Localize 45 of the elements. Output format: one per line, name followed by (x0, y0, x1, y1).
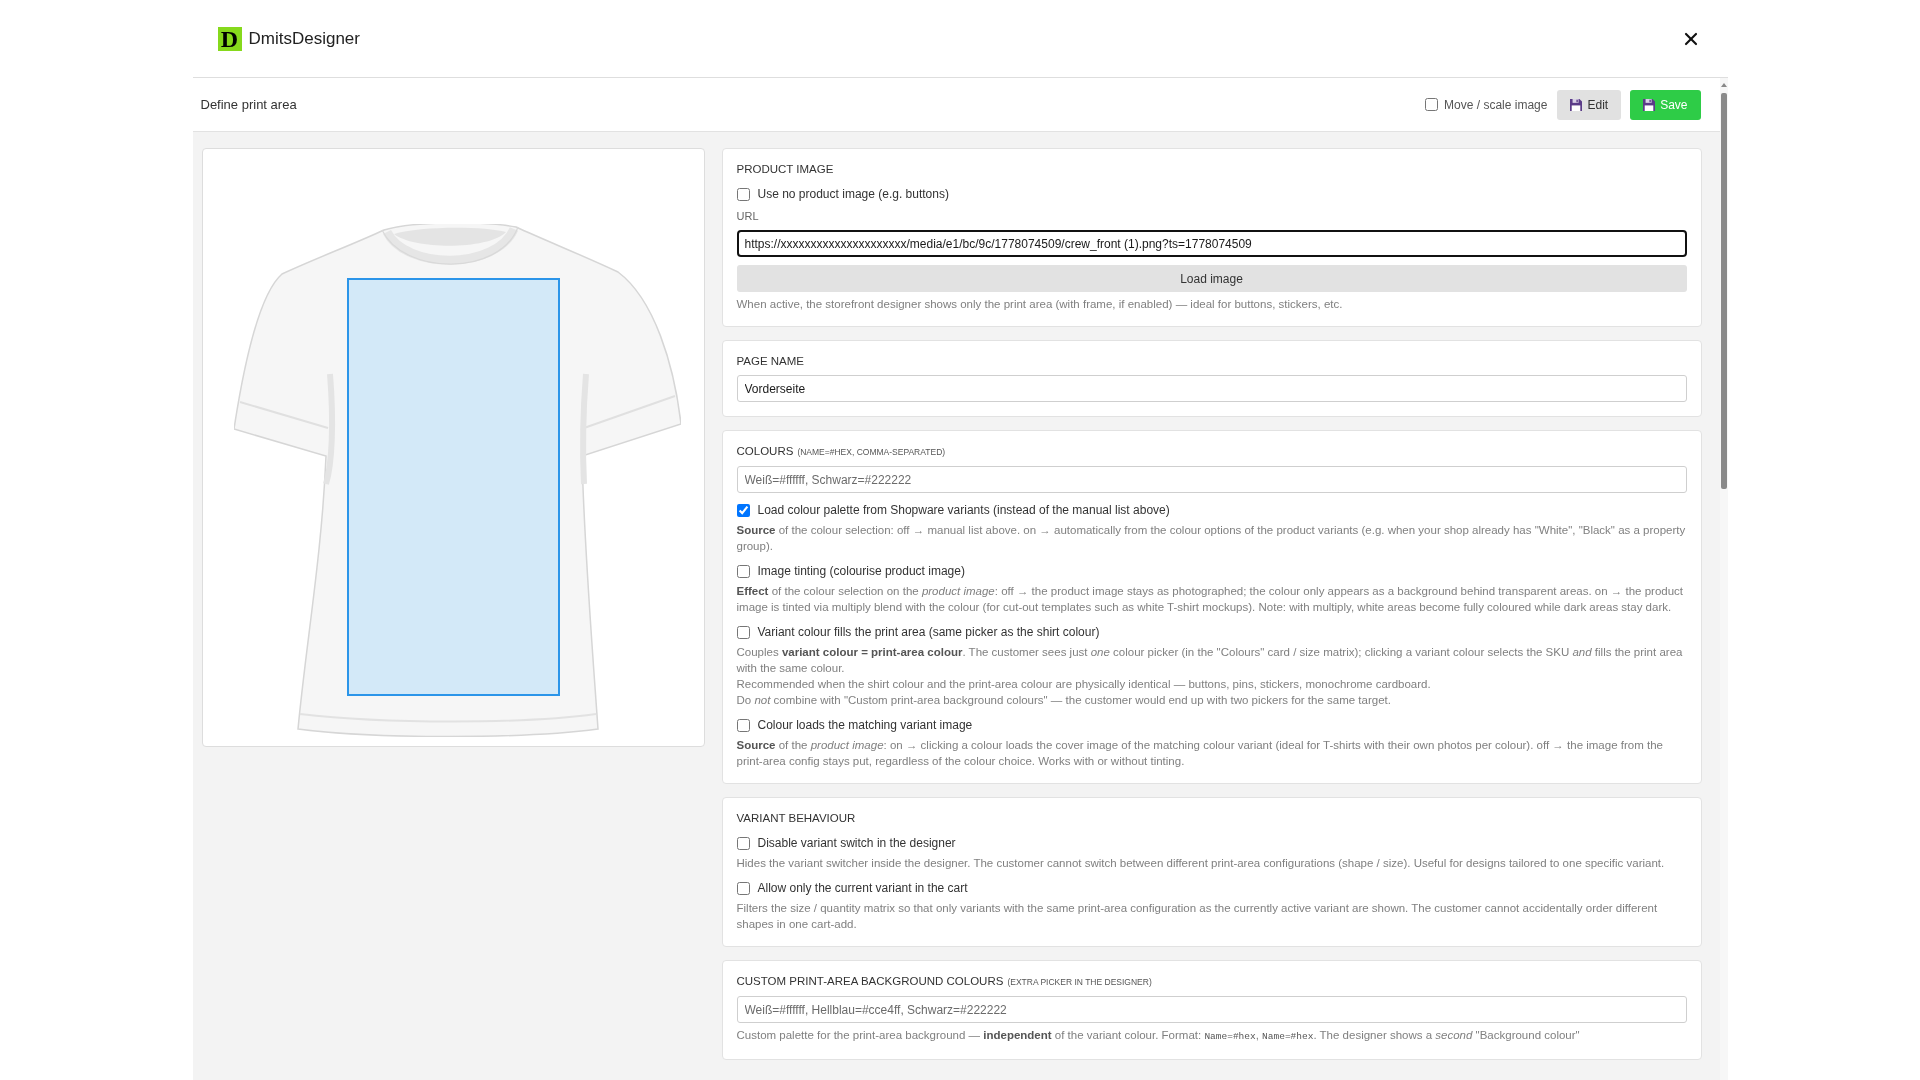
help-text: Filters the size / quantity matrix so that only variants with the same print-area configuration as the currently active variant are shown. The customer cannot accidentally order different shapes in one cart-add. (736, 901, 1659, 932)
section-title: CUSTOM PRINT-AREA BACKGROUND COLOURS (736, 974, 1004, 989)
field-label: URL (736, 209, 759, 224)
help-text: Recommended when the shirt colour and the print-area colour are physically identical — buttons, pins, stickers, monochrome cardboard. (736, 677, 1432, 692)
checkbox-label[interactable]: Disable variant switch in the designer (757, 835, 956, 851)
help-text: Source of the colour selection: off → manual list above. on → automatically from the colour options of the product variants (e.g. when your shop already has "White", "Black" as a property group). (736, 523, 1687, 554)
checkbox[interactable] (736, 503, 750, 517)
input-field[interactable]: Vorderseite (736, 375, 1687, 402)
section-title: VARIANT BEHAVIOUR (736, 811, 856, 826)
help-text: Source of the product image: on → clicking a colour loads the cover image of the matching colour variant (ideal for T-shirts with their own photos per colour). off → the image from the print-area config stays put, regardless of the colour choice. Works with or without tinting. (736, 738, 1664, 769)
scrollbar-thumb[interactable] (1720, 93, 1727, 489)
section-note: (EXTRA PICKER IN THE DESIGNER) (1007, 976, 1152, 989)
section-title: PRODUCT IMAGE (736, 162, 834, 177)
checkbox-label[interactable]: Move / scale image (1444, 95, 1548, 114)
input-field[interactable]: https://xxxxxxxxxxxxxxxxxxxxx/media/e1/bc/9c/1778074509/crew_front (1).png?ts=1778074509 (736, 230, 1687, 257)
help-text: Couples variant colour = print-area colour. The customer sees just one colour picker (in the "Colours" card / size matrix); clicking a variant colour selects the SKU and fills the print area with the same colour. (736, 645, 1684, 676)
input-field[interactable]: Weiß=#ffffff, Hellblau=#cce4ff, Schwarz=#222222 (736, 996, 1687, 1023)
section-title: COLOURS (736, 444, 794, 459)
logo: D (217, 26, 242, 51)
checkbox[interactable] (736, 625, 750, 639)
section-note: (NAME=#HEX, COMMA-SEPARATED) (797, 446, 946, 459)
scroll-up-icon[interactable] (1720, 83, 1727, 87)
checkbox-label[interactable]: Load colour palette from Shopware variants (instead of the manual list above) (757, 502, 1170, 518)
checkbox-label[interactable]: Variant colour fills the print area (same picker as the shirt colour) (757, 624, 1100, 640)
checkbox-label[interactable]: Allow only the current variant in the cart (757, 880, 968, 896)
checkbox[interactable] (736, 836, 750, 850)
checkbox-label[interactable]: Image tinting (colourise product image) (757, 563, 965, 579)
edit-button[interactable]: Edit (1557, 89, 1622, 120)
checkbox[interactable] (736, 564, 750, 578)
help-text: Effect of the colour selection on the product image: off → the product image stays as photographed; the colour only appears as a background behind transparent areas. on → the product image is tinted via multiply blend with the colour (for cut-out templates such as white T-shirt mockups). Note: with multiply, white areas become fully coloured while dark areas stay dark. (736, 584, 1685, 615)
checkbox-label[interactable]: Colour loads the matching variant image (757, 717, 973, 733)
input-field[interactable]: Weiß=#ffffff, Schwarz=#222222 (736, 466, 1687, 493)
checkbox[interactable] (736, 187, 750, 201)
checkbox[interactable] (1425, 98, 1439, 111)
checkbox[interactable] (736, 718, 750, 732)
app-name: DmitsDesigner (248, 27, 360, 50)
checkbox-label[interactable]: Use no product image (e.g. buttons) (757, 186, 949, 202)
print-area-frame[interactable] (346, 278, 560, 696)
checkbox[interactable] (736, 881, 750, 895)
page-heading: Define print area (200, 95, 297, 114)
help-text: Do not combine with "Custom print-area background colours" — the customer would end up with two pickers for the same target. (736, 693, 1392, 708)
help-text: When active, the storefront designer shows only the print area (with frame, if enabled) — ideal for buttons, stickers, etc. (736, 297, 1344, 312)
load-image-button[interactable]: Load image (736, 265, 1687, 292)
section-title: PAGE NAME (736, 354, 805, 369)
help-text: Hides the variant switcher inside the designer. The customer cannot switch between different print-area configurations (shape / size). Useful for designs tailored to one specific variant. (736, 856, 1666, 871)
